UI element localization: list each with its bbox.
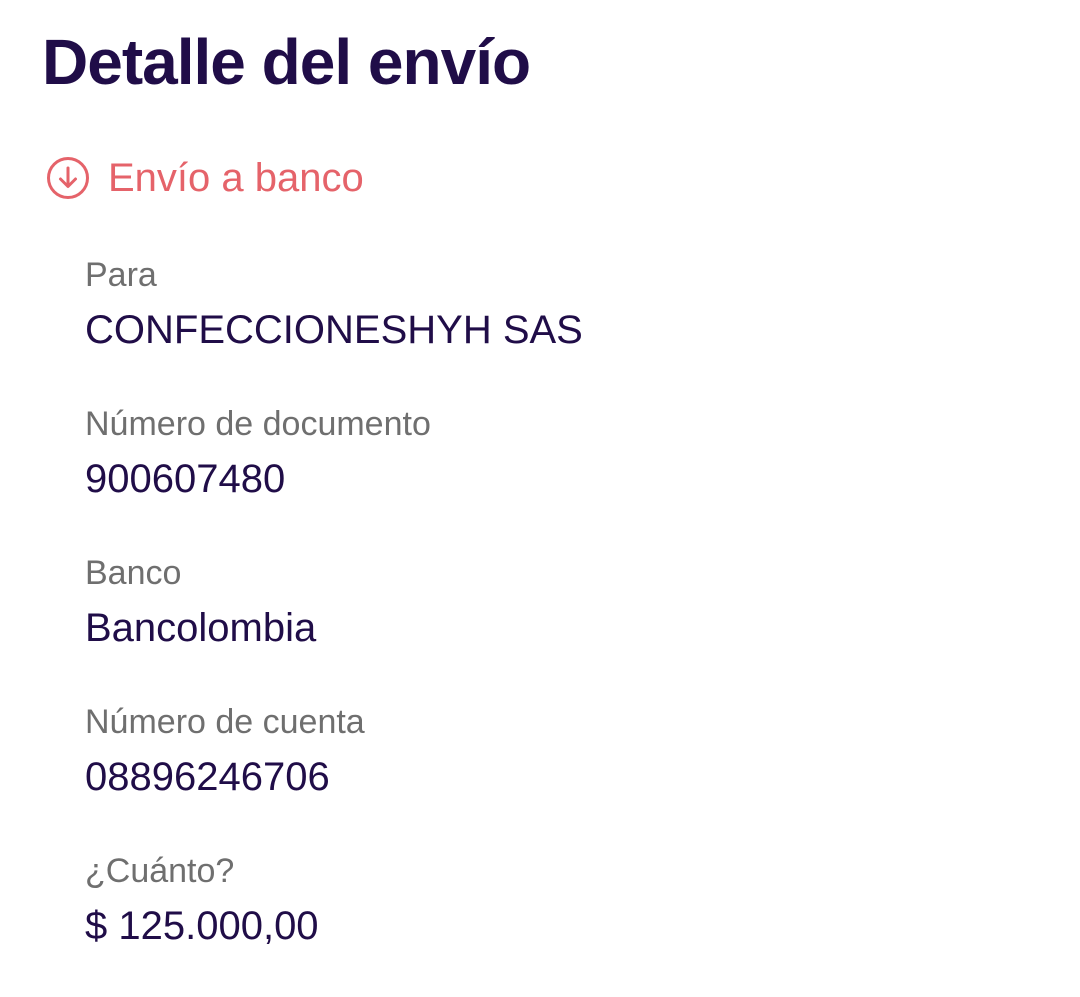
recipient-value: CONFECCIONESHYH SAS xyxy=(85,308,583,352)
recipient-label: Para xyxy=(85,256,157,294)
transfer-details: Para CONFECCIONESHYH SAS Número de docum… xyxy=(85,252,985,997)
detail-bank: Banco Bancolombia xyxy=(85,550,985,699)
amount-value: $ 125.000,00 xyxy=(85,904,319,948)
account-number-label: Número de cuenta xyxy=(85,703,365,741)
document-number-label: Número de documento xyxy=(85,405,431,443)
account-number-value: 08896246706 xyxy=(85,755,330,799)
detail-document-number: Número de documento 900607480 xyxy=(85,401,985,550)
document-number-value: 900607480 xyxy=(85,457,286,501)
transfer-type: Envío a banco xyxy=(46,152,364,204)
amount-label: ¿Cuánto? xyxy=(85,852,235,890)
page-title: Detalle del envío xyxy=(42,26,531,98)
detail-account-number: Número de cuenta 08896246706 xyxy=(85,699,985,848)
transfer-type-label: Envío a banco xyxy=(108,156,364,200)
detail-amount: ¿Cuánto? $ 125.000,00 xyxy=(85,848,985,997)
arrow-down-circle-icon xyxy=(46,156,90,200)
detail-recipient: Para CONFECCIONESHYH SAS xyxy=(85,252,985,401)
bank-value: Bancolombia xyxy=(85,606,317,650)
bank-label: Banco xyxy=(85,554,182,592)
